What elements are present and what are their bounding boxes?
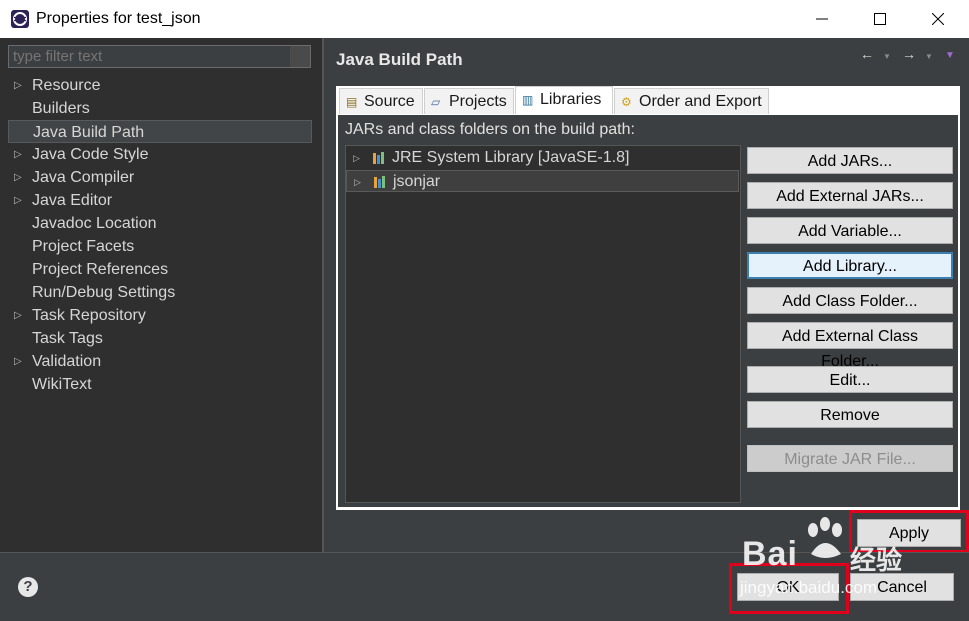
expand-arrow-icon[interactable]: ▷	[14, 189, 22, 212]
forward-arrow-icon[interactable]: →	[902, 46, 916, 62]
libraries-icon: ▥	[522, 93, 534, 107]
nav-item-wikitext[interactable]: WikiText	[8, 373, 312, 396]
nav-item-label: Java Code Style	[32, 146, 149, 163]
help-icon[interactable]: ?	[18, 577, 38, 597]
nav-item-java-compiler[interactable]: ▷ Java Compiler	[8, 166, 312, 189]
nav-item-label: Task Repository	[32, 307, 146, 324]
nav-item-label: Javadoc Location	[32, 215, 157, 232]
add-external-class-folder-button[interactable]: Add External Class Folder...	[747, 322, 953, 370]
nav-item-task-tags[interactable]: Task Tags	[8, 327, 312, 350]
back-dropdown-icon[interactable]: ▼	[883, 52, 891, 61]
nav-item-label: Java Editor	[32, 192, 113, 209]
library-icon	[374, 176, 385, 188]
nav-item-label: Run/Debug Settings	[32, 284, 176, 301]
add-external-jars-button[interactable]: Add External JARs...	[747, 182, 953, 209]
library-tree[interactable]	[345, 145, 741, 503]
minimize-button[interactable]	[793, 0, 851, 38]
nav-item-label: Task Tags	[32, 330, 103, 347]
library-icon	[373, 152, 384, 164]
nav-item-label: Validation	[32, 353, 102, 370]
expand-arrow-icon[interactable]: ▷	[14, 166, 22, 189]
filter-input[interactable]	[8, 45, 311, 68]
tree-row-jsonjar[interactable]: ▷ jsonjar	[346, 170, 739, 192]
expand-arrow-icon[interactable]: ▷	[14, 74, 22, 97]
tab-libraries[interactable]: ▥ Libraries	[515, 86, 613, 114]
page-title: Java Build Path	[336, 50, 463, 69]
watermark-url: jingyan.baidu.com	[740, 578, 878, 597]
filter-clear-button[interactable]	[290, 46, 310, 67]
close-button[interactable]	[909, 0, 967, 38]
nav-item-task-repository[interactable]: ▷ Task Repository	[8, 304, 312, 327]
tab-projects[interactable]: ▱ Projects	[424, 88, 514, 114]
add-library-button[interactable]: Add Library...	[747, 252, 953, 279]
edit-button[interactable]: Edit...	[747, 366, 953, 393]
nav-item-validation[interactable]: ▷ Validation	[8, 350, 312, 373]
nav-item-java-code-style[interactable]: ▷ Java Code Style	[8, 143, 312, 166]
eclipse-app-icon	[11, 10, 29, 28]
tree-row-jre-system-library[interactable]: ▷ JRE System Library [JavaSE-1.8]	[346, 147, 739, 169]
nav-item-resource[interactable]: ▷ Resource	[8, 74, 312, 97]
nav-item-project-references[interactable]: Project References	[8, 258, 312, 281]
nav-item-label: WikiText	[32, 376, 92, 393]
expand-arrow-icon[interactable]: ▷	[14, 143, 22, 166]
view-menu-icon[interactable]: ▼	[945, 50, 955, 61]
expand-arrow-icon[interactable]: ▷	[14, 350, 22, 373]
remove-button[interactable]: Remove	[747, 401, 953, 428]
tab-source[interactable]: ▤ Source	[339, 88, 423, 114]
watermark-brand: Bai	[742, 535, 798, 573]
expand-arrow-icon[interactable]: ▷	[353, 147, 360, 169]
back-arrow-icon[interactable]: ←	[860, 46, 874, 62]
libraries-label: JARs and class folders on the build path…	[345, 121, 635, 138]
source-folder-icon: ▤	[346, 95, 358, 109]
minimize-icon	[816, 18, 828, 20]
nav-item-label: Builders	[32, 100, 90, 117]
forward-dropdown-icon[interactable]: ▼	[925, 52, 933, 61]
nav-item-label: Project Facets	[32, 238, 135, 255]
nav-item-run-debug-settings[interactable]: Run/Debug Settings	[8, 281, 312, 304]
add-jars-button[interactable]: Add JARs...	[747, 147, 953, 174]
nav-item-builders[interactable]: Builders	[8, 97, 312, 120]
migrate-jar-button[interactable]: Migrate JAR File...	[747, 445, 953, 472]
nav-item-label: Java Compiler	[32, 169, 135, 186]
add-class-folder-button[interactable]: Add Class Folder...	[747, 287, 953, 314]
nav-item-project-facets[interactable]: Project Facets	[8, 235, 312, 258]
window-title: Properties for test_json	[36, 10, 201, 27]
order-export-icon: ⚙	[621, 95, 632, 109]
nav-item-javadoc-location[interactable]: Javadoc Location	[8, 212, 312, 235]
watermark-brand-cn: 经验	[850, 545, 903, 575]
maximize-icon	[874, 13, 886, 25]
maximize-button[interactable]	[851, 0, 909, 38]
nav-item-label: Java Build Path	[33, 124, 145, 141]
add-variable-button[interactable]: Add Variable...	[747, 217, 953, 244]
nav-item-java-build-path[interactable]: Java Build Path	[8, 120, 312, 143]
nav-item-java-editor[interactable]: ▷ Java Editor	[8, 189, 312, 212]
tab-order-and-export[interactable]: ⚙ Order and Export	[614, 88, 769, 114]
close-icon	[932, 13, 944, 25]
nav-item-label: Project References	[32, 261, 169, 278]
baidu-paw-icon	[808, 517, 842, 558]
nav-item-label: Resource	[32, 77, 101, 94]
expand-arrow-icon[interactable]: ▷	[14, 304, 22, 327]
projects-icon: ▱	[431, 95, 441, 109]
expand-arrow-icon[interactable]: ▷	[354, 171, 361, 193]
